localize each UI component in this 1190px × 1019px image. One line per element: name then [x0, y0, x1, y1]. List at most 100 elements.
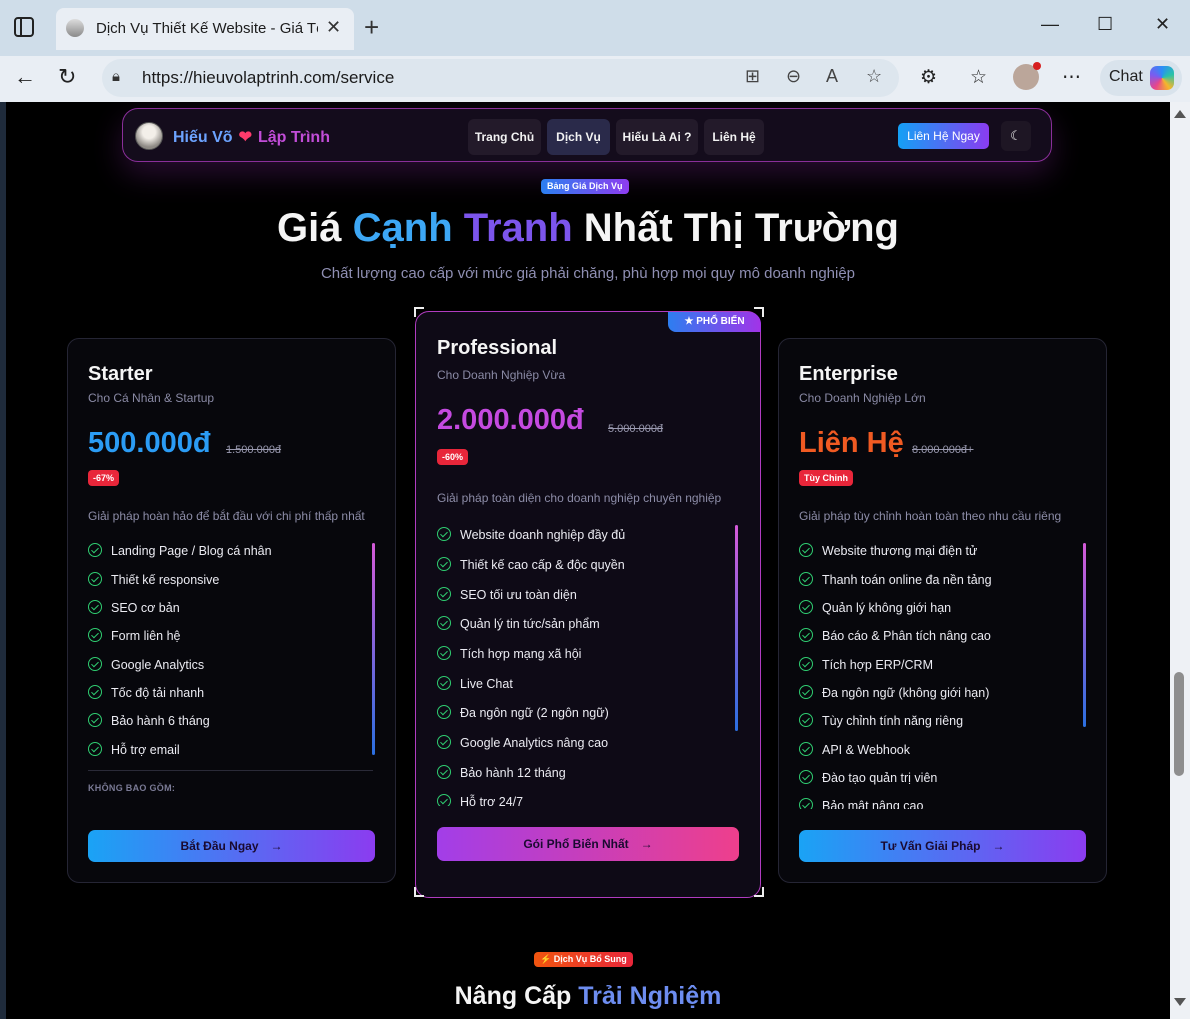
plan-tagline: Cho Cá Nhân & Startup [88, 391, 215, 405]
read-aloud-icon[interactable]: A [826, 66, 838, 87]
feature-item: Quản lý không giới hạn [799, 599, 951, 617]
tab-close-icon[interactable]: ✕ [326, 17, 341, 38]
check-icon [437, 646, 451, 660]
feature-item: Thiết kế cao cấp & độc quyền [437, 556, 625, 574]
check-icon [88, 628, 102, 642]
web-page: Hiếu Võ ❤ Lập Trình Trang Chủ Dịch Vụ Hiếu… [6, 102, 1170, 1019]
minimize-icon[interactable]: — [1041, 14, 1059, 35]
profile-avatar[interactable] [1013, 62, 1041, 90]
nav-link-contact[interactable]: Liên Hệ [704, 119, 764, 155]
plan-old-price: 8.000.000đ+ [912, 444, 974, 456]
feature-scrollbar[interactable] [735, 525, 738, 731]
check-icon [799, 657, 813, 671]
addons-title: Nâng Cấp Trải Nghiệm [6, 982, 1170, 1011]
feature-item: Quản lý tin tức/sản phẩm [437, 615, 600, 633]
favorites-icon[interactable]: ☆ [970, 66, 987, 89]
feature-text: Tốc độ tải nhanh [111, 686, 205, 700]
nav-link-services[interactable]: Dịch Vụ [547, 119, 610, 155]
feature-item: Tích hợp ERP/CRM [799, 656, 933, 674]
favorite-star-icon[interactable]: ☆ [866, 66, 882, 87]
theme-toggle-icon[interactable]: ☾ [1001, 121, 1031, 151]
addons-title-part2: Trải Nghiệm [578, 982, 722, 1010]
feature-text: API & Webhook [822, 743, 911, 757]
feature-text: Tích hợp ERP/CRM [822, 658, 933, 672]
feature-text: Đa ngôn ngữ (không giới hạn) [822, 686, 990, 700]
arrow-right-icon: → [640, 837, 653, 851]
cta-label: Gói Phổ Biến Nhất [523, 837, 629, 851]
feature-item: Website thương mại điện tử [799, 542, 977, 560]
custom-badge: Tùy Chỉnh [799, 470, 853, 486]
feature-scrollbar[interactable] [1083, 543, 1086, 727]
consult-button[interactable]: Tư Vấn Giải Pháp → [799, 830, 1086, 862]
plan-old-price: 5.000.000đ [608, 423, 664, 435]
plan-description: Giải pháp tùy chỉnh hoàn toàn theo nhu c… [799, 509, 1062, 523]
scroll-up-icon[interactable] [1174, 110, 1186, 118]
feature-item: SEO tối ưu toàn diện [437, 586, 577, 604]
title-part3: Tranh [463, 206, 573, 250]
nav-link-home[interactable]: Trang Chủ [468, 119, 541, 155]
feature-text: Bảo mật nâng cao [822, 799, 924, 809]
plan-description: Giải pháp hoàn hảo để bắt đầu với chi ph… [88, 509, 365, 523]
feature-text: SEO tối ưu toàn diện [460, 588, 577, 602]
discount-badge: -60% [437, 449, 469, 465]
scroll-thumb[interactable] [1174, 672, 1184, 776]
chat-button[interactable]: Chat [1100, 60, 1182, 96]
plan-name: Enterprise [799, 363, 898, 385]
arrow-right-icon: → [270, 839, 283, 853]
address-bar[interactable]: 🔒︎ https://hieuvolaptrinh.com/service ⊞ … [102, 59, 899, 97]
popular-badge: ★ PHỔ BIẾN [668, 312, 761, 332]
feature-item: Báo cáo & Phân tích nâng cao [799, 627, 991, 645]
check-icon [437, 765, 451, 779]
check-icon [88, 713, 102, 727]
more-menu-icon[interactable]: ⋯ [1062, 66, 1081, 89]
copilot-icon [1150, 66, 1174, 90]
feature-text: Website doanh nghiệp đầy đủ [460, 528, 626, 542]
feature-item: Bảo hành 12 tháng [437, 764, 566, 782]
nav-link-about[interactable]: Hiếu Là Ai ? [616, 119, 698, 155]
new-tab-icon[interactable]: + [364, 12, 379, 42]
feature-item: Thanh toán online đa nền tảng [799, 571, 992, 589]
feature-item: Google Analytics nâng cao [437, 734, 608, 752]
feature-text: Quản lý không giới hạn [822, 601, 952, 615]
check-icon [799, 685, 813, 699]
extensions-icon[interactable]: ⚙ [920, 66, 937, 89]
page-scrollbar[interactable] [1170, 102, 1190, 1019]
window-close-icon[interactable]: ✕ [1155, 14, 1170, 35]
feature-scrollbar[interactable] [372, 543, 375, 755]
feature-text: Bảo hành 12 tháng [460, 766, 566, 780]
feature-item: Google Analytics [88, 656, 204, 674]
browser-tab[interactable]: Dịch Vụ Thiết Kế Website - Giá Tố ✕ [56, 8, 354, 50]
plan-price: 2.000.000đ [437, 404, 584, 436]
feature-item: Landing Page / Blog cá nhân [88, 542, 272, 560]
feature-text: Google Analytics nâng cao [460, 736, 609, 750]
chat-label: Chat [1109, 68, 1143, 85]
excluded-label: KHÔNG BAO GỒM: [88, 783, 176, 793]
check-icon [437, 587, 451, 601]
pricing-badge: Bảng Giá Dịch Vụ [541, 179, 629, 194]
back-icon[interactable]: ← [14, 64, 36, 90]
start-now-button[interactable]: Bắt Đầu Ngay → [88, 830, 375, 862]
feature-text: Hỗ trợ email [111, 743, 180, 757]
contact-now-button[interactable]: Liên Hệ Ngay [898, 123, 989, 149]
brand-second: Lập Trình [257, 129, 330, 146]
plan-card-starter: Starter Cho Cá Nhân & Startup 500.000đ 1… [67, 338, 396, 883]
check-icon [799, 600, 813, 614]
feature-text: Landing Page / Blog cá nhân [111, 544, 272, 558]
url-text[interactable]: https://hieuvolaptrinh.com/service [142, 68, 394, 88]
logo-avatar[interactable] [135, 122, 163, 150]
pricing-subtitle: Chất lượng cao cấp với mức giá phải chăn… [320, 265, 856, 282]
browser-toolbar: ← ↻ 🔒︎ https://hieuvolaptrinh.com/servic… [0, 56, 1190, 102]
check-icon [88, 600, 102, 614]
feature-text: Đào tạo quản trị viên [822, 771, 938, 785]
app-available-icon[interactable]: ⊞ [745, 66, 760, 87]
feature-item: Hỗ trợ email [88, 741, 180, 759]
heart-icon: ❤ [238, 129, 252, 146]
tab-actions-icon[interactable] [14, 17, 34, 37]
maximize-icon[interactable]: ☐ [1097, 14, 1113, 35]
brand-logo[interactable]: Hiếu Võ ❤ Lập Trình [173, 127, 330, 147]
scroll-down-icon[interactable] [1174, 998, 1186, 1006]
popular-plan-button[interactable]: Gói Phổ Biến Nhất → [437, 827, 739, 861]
zoom-icon[interactable]: ⊖ [786, 66, 801, 87]
title-part2: Cạnh [352, 206, 453, 250]
refresh-icon[interactable]: ↻ [58, 64, 76, 90]
